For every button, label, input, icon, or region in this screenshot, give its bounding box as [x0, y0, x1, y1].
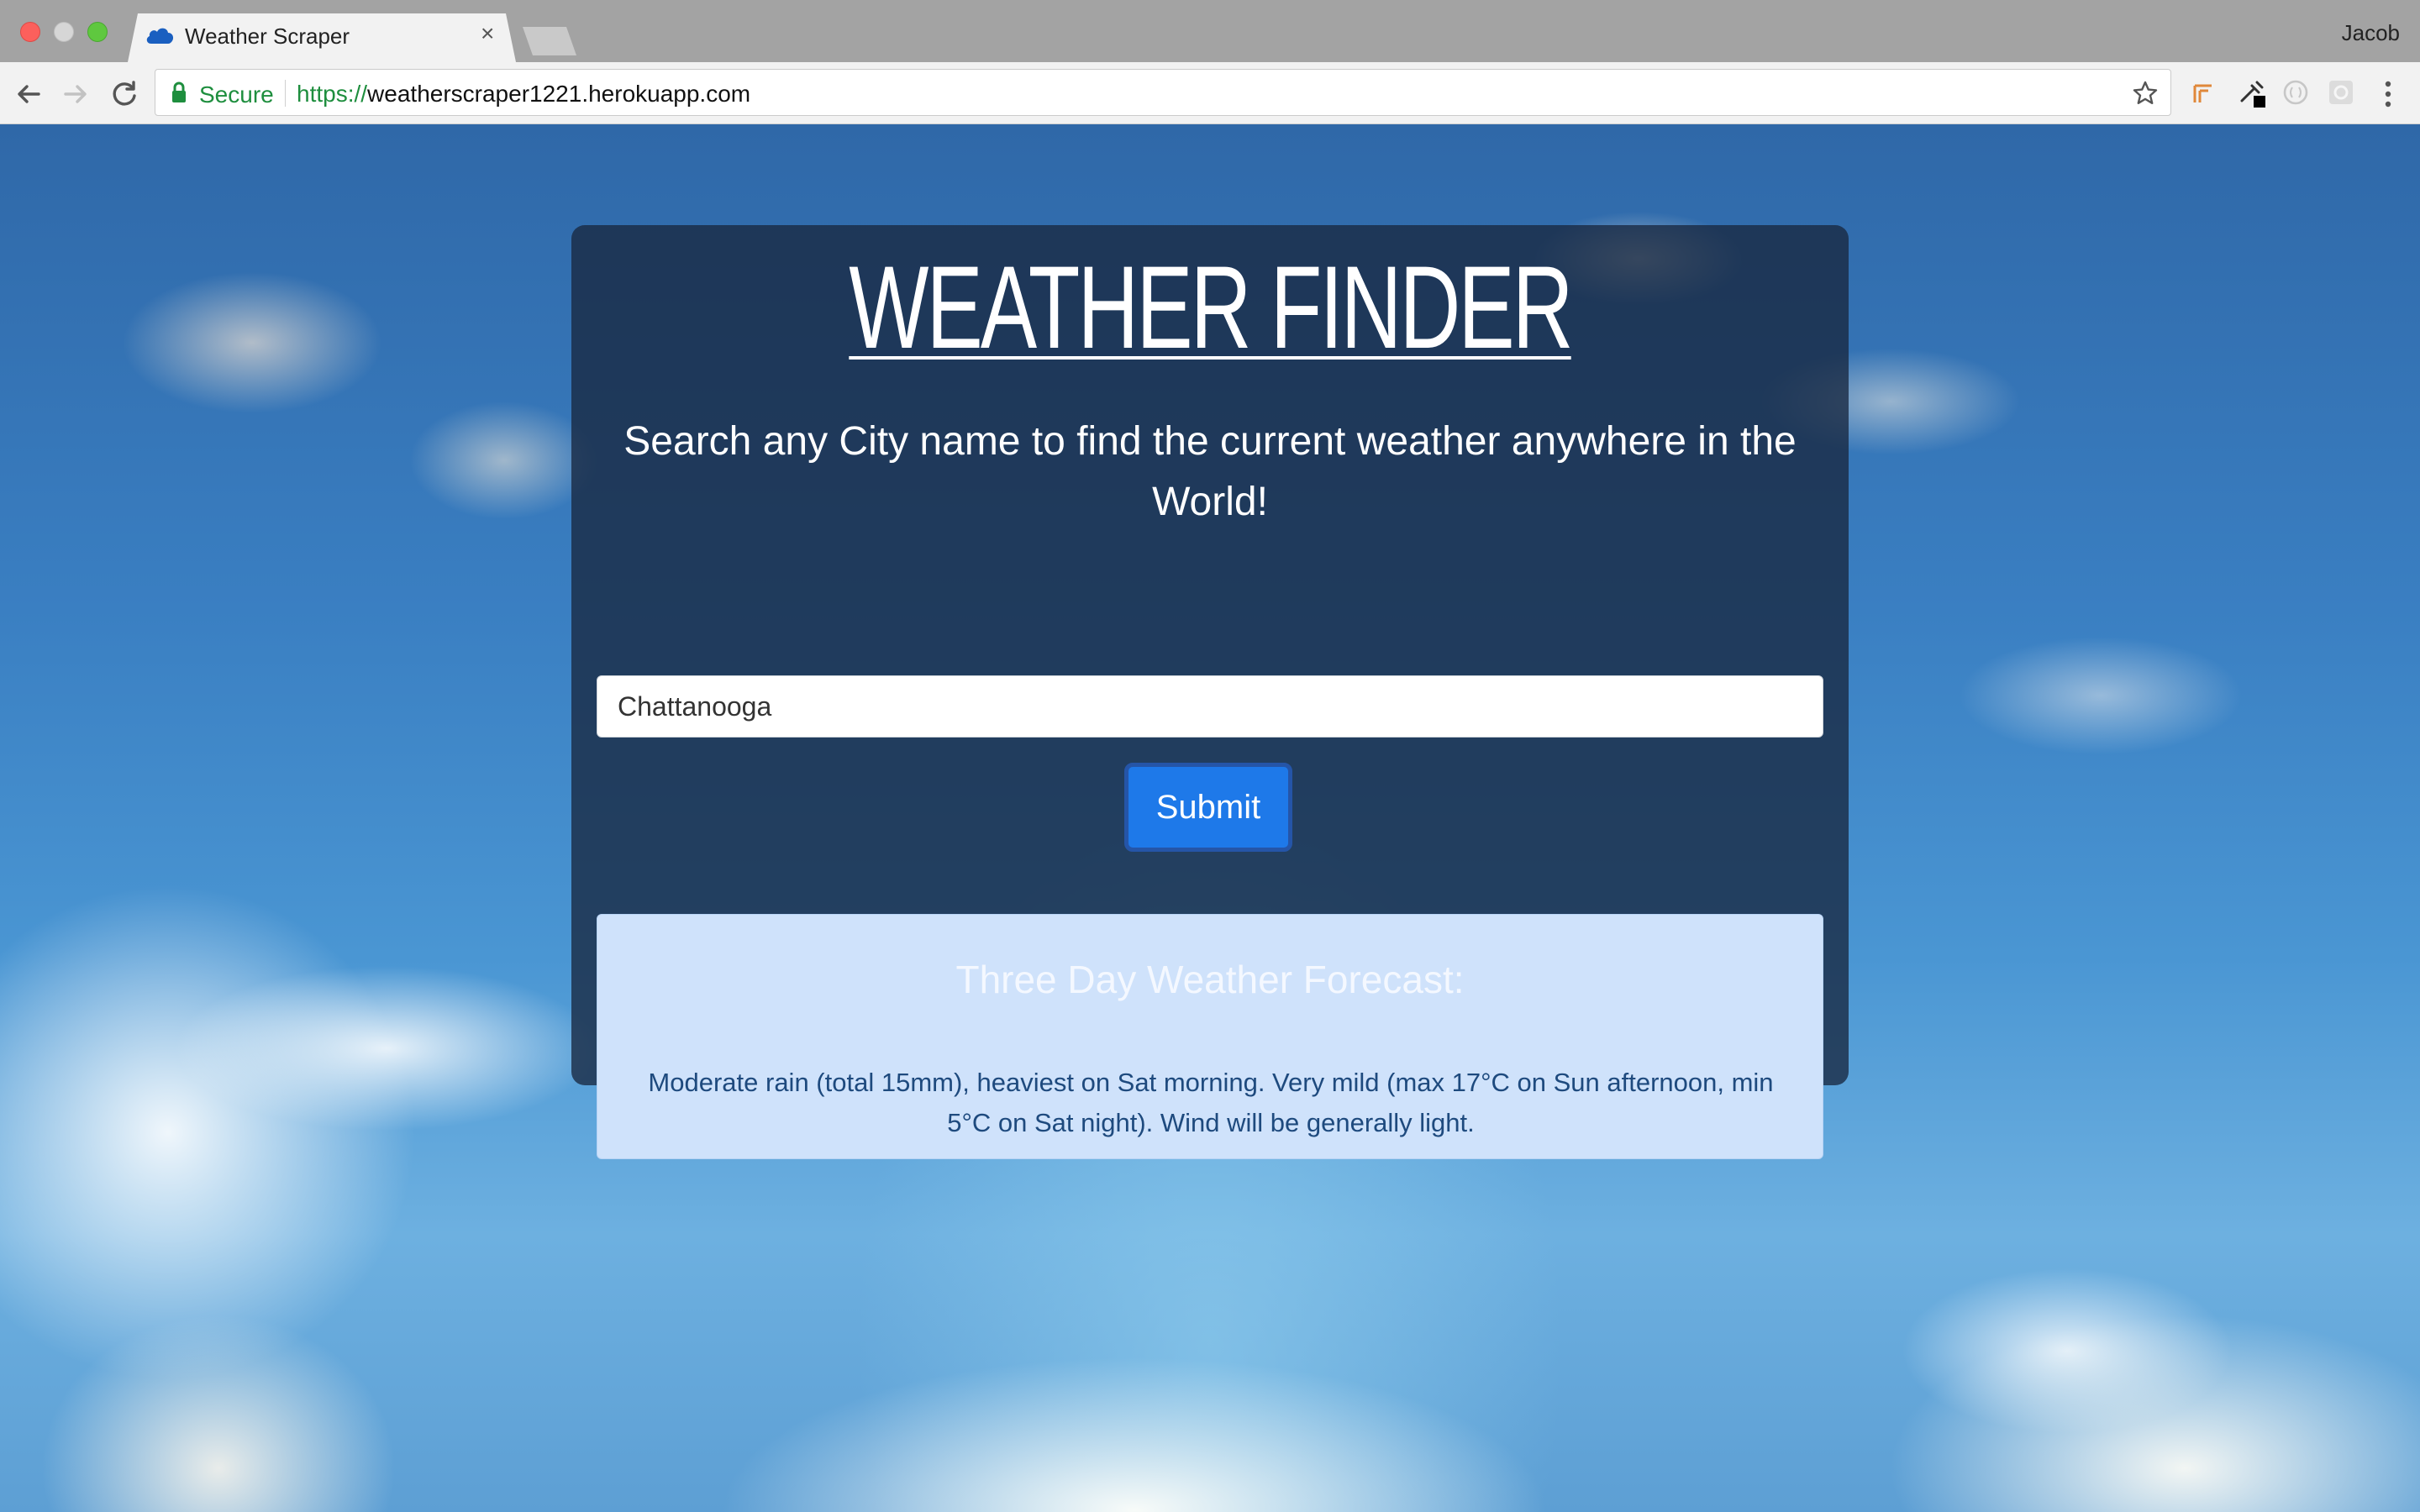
secure-label: Secure	[199, 81, 274, 108]
minimize-window-button[interactable]	[54, 22, 74, 42]
cloud-favicon-icon	[146, 28, 174, 44]
browser-toolbar: Secure https://weatherscraper1221.heroku…	[0, 62, 2420, 124]
forecast-text: Moderate rain (total 15mm), heaviest on …	[648, 1068, 1774, 1137]
tab-title: Weather Scraper	[185, 24, 350, 49]
url-scheme: https://	[297, 81, 368, 107]
address-bar[interactable]: Secure https://weatherscraper1221.heroku…	[155, 69, 2171, 116]
extension-gear-icon[interactable]	[2326, 77, 2356, 108]
url-host: weatherscraper1221.herokuapp.com	[367, 81, 751, 107]
star-icon[interactable]	[2132, 80, 2159, 107]
extension-circle-icon[interactable]	[2281, 77, 2311, 108]
submit-button[interactable]: Submit	[1124, 763, 1292, 852]
page-title: WEATHER FINDER	[849, 241, 1573, 373]
forecast-panel: Three Day Weather Forecast: Moderate rai…	[597, 914, 1823, 1159]
back-arrow-icon[interactable]	[12, 77, 45, 111]
page-subtitle: Search any City name to find the current…	[623, 419, 1797, 524]
browser-titlebar: Weather Scraper × Jacob	[0, 0, 2420, 62]
weather-finder-card: WEATHER FINDER Search any City name to f…	[571, 225, 1849, 1159]
address-divider	[285, 80, 286, 107]
lock-icon	[172, 81, 186, 102]
close-window-button[interactable]	[20, 22, 40, 42]
new-tab-button[interactable]	[523, 27, 576, 55]
extension-eyedropper-icon[interactable]	[2237, 77, 2267, 108]
tab-close-icon[interactable]: ×	[481, 22, 494, 45]
reload-icon[interactable]	[108, 77, 141, 111]
profile-name[interactable]: Jacob	[2342, 20, 2400, 46]
forecast-heading: Three Day Weather Forecast:	[955, 958, 1465, 1001]
url-text[interactable]: https://weatherscraper1221.herokuapp.com	[297, 81, 750, 108]
city-search-input[interactable]	[597, 675, 1823, 738]
page-viewport: WEATHER FINDER Search any City name to f…	[0, 124, 2420, 1512]
maximize-window-button[interactable]	[87, 22, 108, 42]
extension-orange-icon[interactable]	[2188, 77, 2218, 108]
menu-dots-icon[interactable]	[2376, 77, 2400, 111]
forward-arrow-icon[interactable]	[59, 77, 92, 111]
